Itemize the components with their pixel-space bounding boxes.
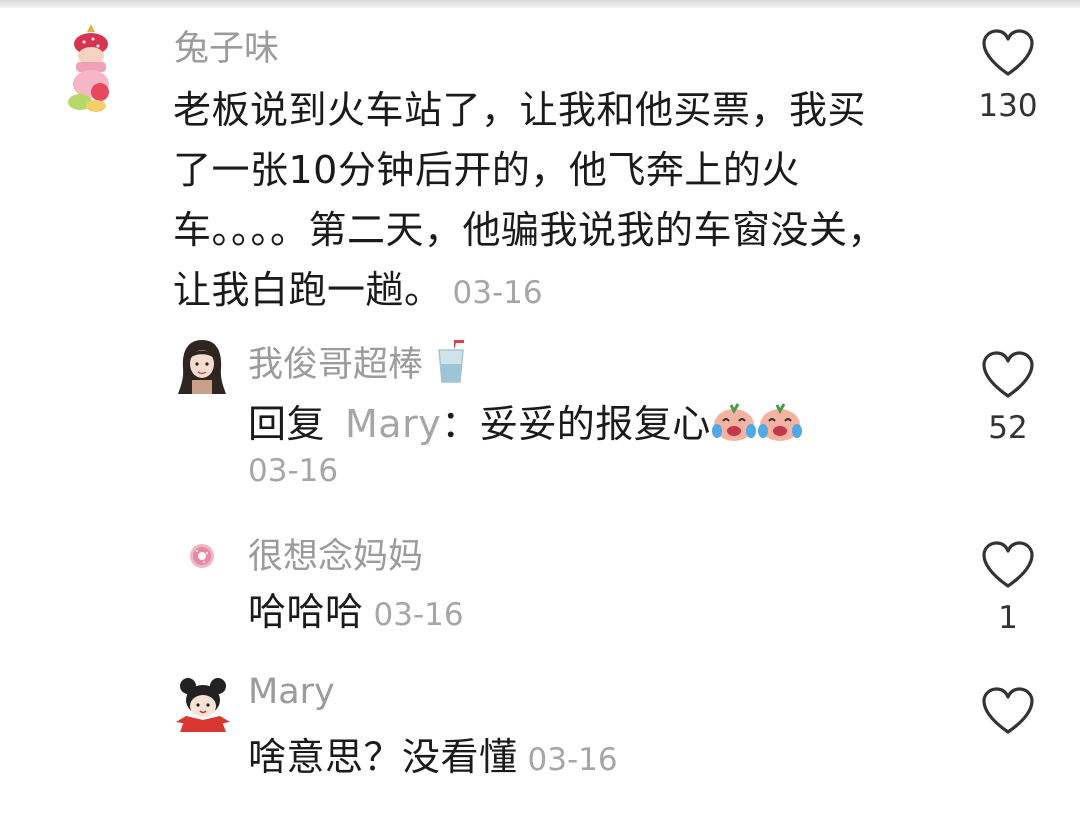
reply-prefix: 回复 (248, 402, 326, 446)
reply-date: 03-16 (527, 742, 618, 778)
like-button[interactable]: 130 (968, 28, 1048, 124)
like-count: 1 (998, 600, 1018, 636)
reply-text-block[interactable]: 啥意思？没看懂 03-16 (248, 727, 888, 790)
reply-username[interactable]: Mary (248, 672, 335, 712)
avatar[interactable] (174, 676, 232, 732)
bun-hair-girl-avatar-icon (174, 676, 232, 732)
avatar[interactable] (62, 22, 120, 116)
reply-to-username[interactable]: Mary (345, 402, 441, 446)
heart-icon (982, 29, 1034, 76)
heart-icon (982, 687, 1034, 734)
reply-username-text: 我俊哥超棒 (248, 345, 424, 385)
reply-text: 哈哈哈 (248, 590, 364, 634)
reply-date: 03-16 (248, 453, 339, 489)
reply-username[interactable]: 我俊哥超棒 (248, 336, 468, 387)
like-button[interactable]: 1 (968, 540, 1048, 636)
reply-text: 妥妥的报复心 (479, 402, 711, 446)
reply-colon: ： (441, 402, 480, 446)
top-edge (0, 0, 1080, 8)
drink-cup-emoji-icon (438, 340, 465, 383)
like-button[interactable]: 52 (968, 350, 1048, 446)
reply-text: 啥意思？没看懂 (248, 735, 518, 779)
reply-text-block[interactable]: 回复 Mary：妥妥的报复心 (248, 394, 888, 454)
laughing-crying-emoji-icon (711, 403, 756, 441)
like-button[interactable] (968, 686, 1048, 746)
like-count: 130 (978, 88, 1038, 124)
long-hair-girl-avatar-icon (174, 336, 230, 396)
heart-icon (982, 351, 1034, 398)
comment-username[interactable]: 兔子味 (174, 20, 279, 71)
comment-text-block[interactable]: 老板说到火车站了，让我和他买票，我买了一张10分钟后开的，他飞奔上的火车。。。。… (173, 80, 893, 323)
reply-date: 03-16 (373, 597, 464, 633)
strawberry-girl-avatar-icon (62, 22, 120, 116)
avatar[interactable] (174, 336, 230, 396)
heart-icon (982, 541, 1034, 588)
reply-username[interactable]: 很想念妈妈 (248, 528, 423, 579)
reply-text-block[interactable]: 哈哈哈 03-16 (248, 582, 888, 645)
avatar[interactable] (182, 536, 222, 576)
laughing-crying-emoji-icon (757, 403, 802, 441)
like-count: 52 (988, 410, 1028, 446)
comment-date: 03-16 (452, 275, 543, 311)
donut-avatar-icon (182, 536, 222, 576)
